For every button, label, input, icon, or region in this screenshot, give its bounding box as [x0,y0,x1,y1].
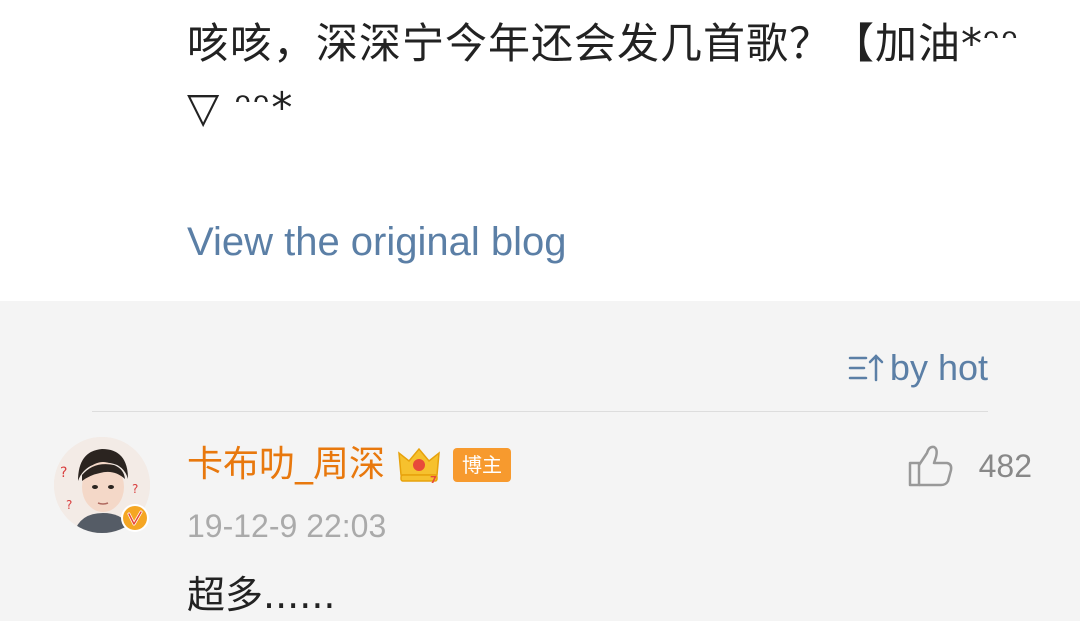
original-blog-preview: 咳咳，深深宁今年还会发几首歌？【加油*ᵔᵔ ▽ ᵔᵔ* View the ori… [0,0,1080,301]
svg-text:?: ? [66,498,72,512]
crown-icon: 7 [398,447,440,485]
blog-text: 咳咳，深深宁今年还会发几首歌？【加油*ᵔᵔ ▽ ᵔᵔ* [187,19,1020,132]
comment-author-row: 卡布叻_周深 7 博主 [187,441,512,489]
thumbs-up-icon [908,445,953,487]
host-badge: 博主 [453,448,512,482]
sort-by-hot-button[interactable]: by hot [848,348,988,388]
like-count: 482 [978,448,1032,484]
sort-label: by hot [889,347,988,388]
svg-text:7: 7 [430,475,437,485]
svg-text:?: ? [60,465,67,481]
sort-icon [848,354,884,382]
comments-section: by hot ? ? ? 卡布叻_周深 7 博主 19-12-9 22:03 超… [0,301,1080,621]
svg-text:?: ? [132,482,138,496]
comment-timestamp: 19-12-9 22:03 [187,508,387,544]
avatar[interactable]: ? ? ? [54,437,150,533]
view-original-blog-link[interactable]: View the original blog [187,216,567,268]
verified-icon [121,504,149,532]
comment-text: 超多...... [187,573,336,617]
like-button[interactable]: 482 [907,443,1032,489]
comment-item: ? ? ? 卡布叻_周深 7 博主 19-12-9 22:03 超多......… [0,413,1080,621]
divider [92,411,988,412]
comment-username[interactable]: 卡布叻_周深 [187,441,385,489]
